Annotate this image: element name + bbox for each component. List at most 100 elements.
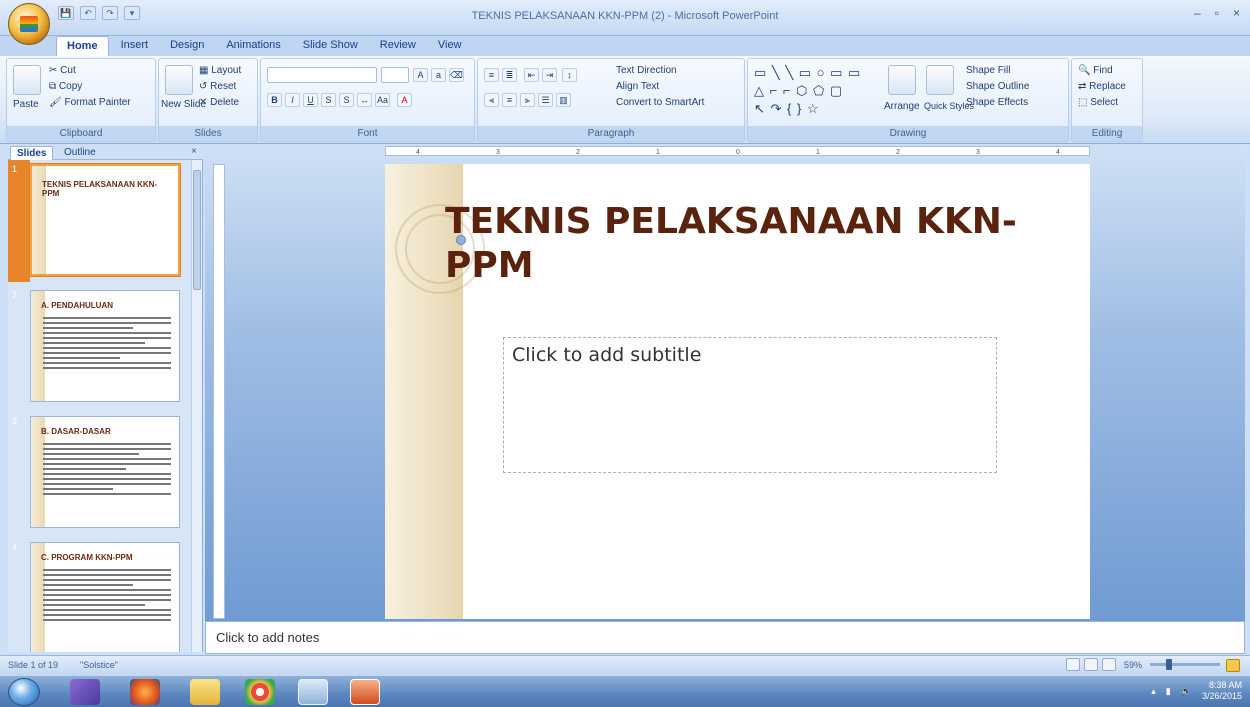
notes-pane[interactable]: Click to add notes bbox=[205, 621, 1245, 654]
title-bar: 💾 ↶ ↷ ▾ TEKNIS PELAKSANAAN KKN-PPM (2) -… bbox=[0, 0, 1250, 36]
shapes-gallery-icon[interactable]: ▭ ╲ ╲ ▭ ○ ▭ ▭ bbox=[754, 65, 861, 81]
scrollbar-thumb[interactable] bbox=[193, 170, 201, 290]
slide-sorter-button[interactable] bbox=[1083, 658, 1098, 671]
align-right-button[interactable]: ⫸ bbox=[520, 93, 535, 107]
increase-indent-button[interactable]: ⇥ bbox=[542, 68, 557, 82]
shrink-font-button[interactable]: a bbox=[431, 68, 446, 82]
tab-view[interactable]: View bbox=[428, 36, 472, 56]
start-button[interactable] bbox=[8, 678, 40, 706]
close-pane-icon[interactable]: × bbox=[191, 146, 197, 157]
slide-thumbnail-3[interactable]: B. DASAR-DASAR bbox=[30, 416, 180, 528]
window-app-icon[interactable] bbox=[298, 679, 328, 705]
line-spacing-button[interactable]: ↕ bbox=[562, 68, 577, 82]
clock[interactable]: 8:38 AM 3/26/2015 bbox=[1202, 680, 1242, 702]
fit-to-window-button[interactable] bbox=[1226, 659, 1240, 672]
find-button[interactable]: 🔍 Find bbox=[1078, 65, 1113, 76]
align-left-button[interactable]: ⫷ bbox=[484, 93, 499, 107]
slide-thumbnail-2[interactable]: A. PENDAHULUAN bbox=[30, 290, 180, 402]
slide-canvas[interactable]: TEKNIS PELAKSANAAN KKN-PPM Click to add … bbox=[385, 164, 1090, 619]
numbering-button[interactable]: ≣ bbox=[502, 68, 517, 82]
font-name-combo[interactable] bbox=[267, 67, 377, 83]
layout-label: Layout bbox=[211, 65, 242, 76]
maximize-button[interactable]: ▫ bbox=[1215, 6, 1219, 20]
convert-smartart-button[interactable]: Convert to SmartArt bbox=[616, 97, 704, 108]
bold-button[interactable]: B bbox=[267, 93, 282, 107]
tab-outline[interactable]: Outline bbox=[58, 146, 102, 160]
tab-review[interactable]: Review bbox=[370, 36, 426, 56]
tray-arrow-icon[interactable]: ▴ bbox=[1151, 686, 1156, 697]
slide-thumbnail-4[interactable]: C. PROGRAM KKN-PPM bbox=[30, 542, 180, 652]
shape-outline-button[interactable]: Shape Outline bbox=[966, 81, 1029, 92]
text-direction-button[interactable]: Text Direction bbox=[616, 65, 677, 76]
chrome-icon[interactable] bbox=[245, 679, 275, 705]
powerpoint-taskbar-icon[interactable] bbox=[350, 679, 380, 705]
shapes-gallery-row3-icon[interactable]: ↖ ↷ { } ☆ bbox=[754, 101, 820, 117]
justify-button[interactable]: ☰ bbox=[538, 93, 553, 107]
shape-fill-button[interactable]: Shape Fill bbox=[966, 65, 1010, 76]
format-painter-button[interactable]: 🖌 Format Painter bbox=[49, 97, 131, 108]
reset-button[interactable]: ↺ Reset bbox=[199, 81, 236, 92]
horizontal-ruler: 4 3 2 1 0 1 2 3 4 bbox=[385, 146, 1090, 156]
volume-icon[interactable]: 🔈 bbox=[1181, 686, 1192, 697]
shadow-button[interactable]: S bbox=[339, 93, 354, 107]
italic-button[interactable]: I bbox=[285, 93, 300, 107]
delete-button[interactable]: ✕ Delete bbox=[199, 97, 239, 108]
grow-font-button[interactable]: A bbox=[413, 68, 428, 82]
arrange-button[interactable]: Arrange bbox=[884, 101, 920, 112]
zoom-slider-knob[interactable] bbox=[1166, 659, 1172, 670]
theme-name: "Solstice" bbox=[80, 660, 118, 670]
minimize-button[interactable]: – bbox=[1194, 6, 1201, 20]
pane-scrollbar[interactable] bbox=[191, 160, 202, 652]
slides-group-label: Slides bbox=[159, 126, 257, 141]
arrange-icon[interactable] bbox=[888, 65, 916, 95]
align-text-button[interactable]: Align Text bbox=[616, 81, 659, 92]
new-slide-icon[interactable] bbox=[165, 65, 193, 95]
tab-insert[interactable]: Insert bbox=[111, 36, 159, 56]
ribbon: Paste ✂ Cut ⧉ Copy 🖌 Format Painter Clip… bbox=[0, 56, 1250, 144]
slide-number: 1 bbox=[12, 164, 18, 174]
quick-styles-icon[interactable] bbox=[926, 65, 954, 95]
copy-button[interactable]: ⧉ Copy bbox=[49, 81, 82, 92]
tab-design[interactable]: Design bbox=[160, 36, 214, 56]
slide-show-button[interactable] bbox=[1101, 658, 1116, 671]
file-explorer-icon[interactable] bbox=[190, 679, 220, 705]
tab-slides[interactable]: Slides bbox=[10, 146, 54, 160]
firefox-icon[interactable] bbox=[130, 679, 160, 705]
slide-thumbnail-1[interactable]: TEKNIS PELAKSANAAN KKN-PPM bbox=[30, 164, 180, 276]
decrease-indent-button[interactable]: ⇤ bbox=[524, 68, 539, 82]
clear-formatting-icon[interactable]: ⌫ bbox=[449, 68, 464, 82]
shape-effects-button[interactable]: Shape Effects bbox=[966, 97, 1028, 108]
thumb-title: B. DASAR-DASAR bbox=[41, 427, 111, 436]
tab-home[interactable]: Home bbox=[56, 36, 109, 56]
font-size-combo[interactable] bbox=[381, 67, 409, 83]
shapes-gallery-row2-icon[interactable]: △ ⌐ ⌐ ⬡ ⬠ ▢ bbox=[754, 83, 843, 99]
replace-button[interactable]: ⇄ Replace bbox=[1078, 81, 1126, 92]
strikethrough-button[interactable]: S bbox=[321, 93, 336, 107]
paste-button[interactable]: Paste bbox=[13, 99, 39, 110]
zoom-slider[interactable] bbox=[1150, 659, 1220, 670]
font-color-button[interactable]: A bbox=[397, 93, 412, 107]
cut-button[interactable]: ✂ Cut bbox=[49, 65, 76, 76]
tab-slide-show[interactable]: Slide Show bbox=[293, 36, 368, 56]
change-case-button[interactable]: Aa bbox=[375, 93, 390, 107]
mail-app-icon[interactable] bbox=[70, 679, 100, 705]
columns-button[interactable]: ▥ bbox=[556, 93, 571, 107]
select-button[interactable]: ⬚ Select bbox=[1078, 97, 1118, 108]
normal-view-button[interactable] bbox=[1065, 658, 1080, 671]
zoom-level[interactable]: 59% bbox=[1124, 660, 1142, 670]
slide-title[interactable]: TEKNIS PELAKSANAAN KKN-PPM bbox=[445, 200, 1065, 288]
align-center-button[interactable]: ≡ bbox=[502, 93, 517, 107]
network-icon[interactable]: ▮ bbox=[1166, 686, 1171, 697]
office-button[interactable] bbox=[8, 3, 50, 45]
slide-number: 2 bbox=[12, 290, 18, 300]
tab-animations[interactable]: Animations bbox=[216, 36, 290, 56]
ruler-tick: 4 bbox=[416, 149, 420, 156]
close-button[interactable]: × bbox=[1233, 6, 1240, 20]
ruler-tick: 2 bbox=[576, 149, 580, 156]
paste-icon[interactable] bbox=[13, 65, 41, 95]
subtitle-placeholder[interactable]: Click to add subtitle bbox=[503, 337, 997, 473]
char-spacing-button[interactable]: ↔ bbox=[357, 93, 372, 107]
underline-button[interactable]: U bbox=[303, 93, 318, 107]
bullets-button[interactable]: ≡ bbox=[484, 68, 499, 82]
layout-button[interactable]: ▦ Layout bbox=[199, 65, 241, 76]
